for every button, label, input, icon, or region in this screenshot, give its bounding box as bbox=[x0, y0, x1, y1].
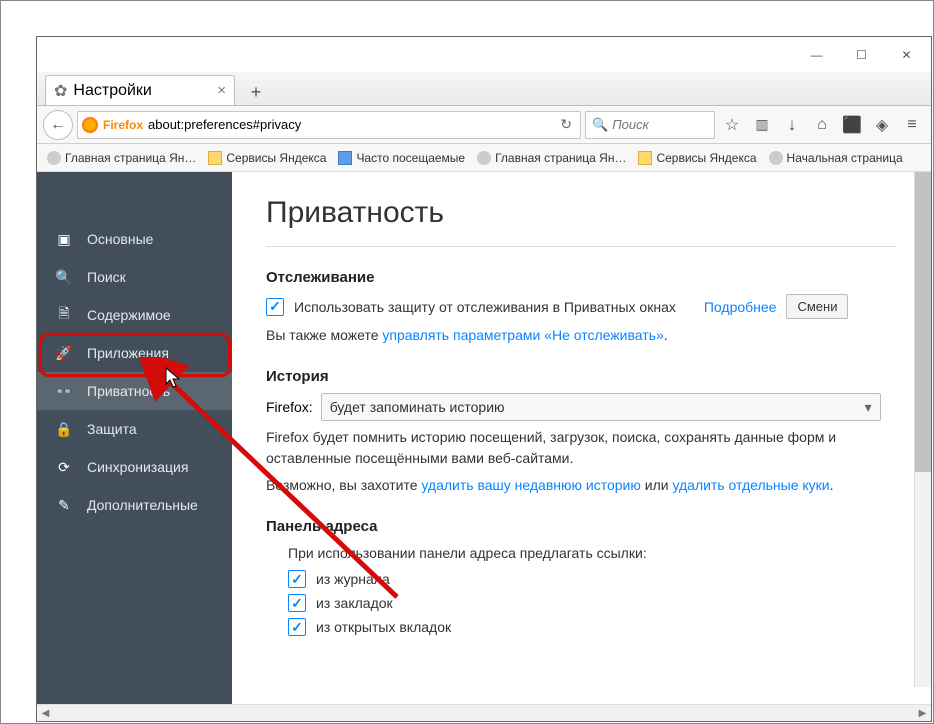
sync-icon: ⟳ bbox=[55, 458, 73, 476]
inner-frame: — ☐ ✕ ✿ Настройки × + ← Firefox ↻ 🔍 bbox=[36, 36, 932, 722]
history-label: Firefox: bbox=[266, 399, 313, 415]
delete-cookies-link[interactable]: удалить отдельные куки bbox=[672, 477, 829, 493]
history-mode-value: будет запоминать историю bbox=[330, 399, 505, 415]
advanced-icon: ✎ bbox=[55, 496, 73, 514]
sidebar-item-applications[interactable]: 🚀Приложения bbox=[37, 334, 232, 372]
scroll-left-button[interactable]: ◀ bbox=[37, 705, 54, 722]
section-title-tracking: Отслеживание bbox=[266, 269, 897, 286]
settings-main: Приватность Отслеживание ✓ Использовать … bbox=[232, 172, 931, 704]
menu-button[interactable]: ≡ bbox=[899, 111, 925, 139]
delete-history-link[interactable]: удалить вашу недавнюю историю bbox=[421, 477, 640, 493]
new-tab-button[interactable]: + bbox=[241, 79, 271, 105]
folder-icon bbox=[208, 151, 222, 165]
page-title: Приватность bbox=[266, 196, 897, 247]
browser-window: — ☐ ✕ ✿ Настройки × + ← Firefox ↻ 🔍 bbox=[0, 0, 934, 724]
bookmark-item[interactable]: Главная страница Ян… bbox=[43, 149, 200, 167]
tracking-also-text: Вы также можете управлять параметрами «Н… bbox=[266, 325, 897, 346]
window-close-button[interactable]: ✕ bbox=[884, 40, 929, 70]
sidebar-item-security[interactable]: 🔒Защита bbox=[37, 410, 232, 448]
gear-icon: ✿ bbox=[54, 81, 67, 101]
firefox-icon bbox=[82, 117, 98, 133]
library-button[interactable]: ▥ bbox=[749, 111, 775, 139]
tab-label: Настройки bbox=[73, 82, 151, 100]
horizontal-scrollbar[interactable]: ◀ ▶ bbox=[37, 704, 931, 721]
search-icon: 🔍 bbox=[55, 268, 73, 286]
section-title-history: История bbox=[266, 368, 897, 385]
search-bar[interactable]: 🔍 bbox=[585, 111, 715, 139]
addressbar-opentabs-label: из открытых вкладок bbox=[316, 619, 451, 635]
addressbar-desc: При использовании панели адреса предлага… bbox=[288, 543, 897, 564]
tracking-checkbox[interactable]: ✓ bbox=[266, 298, 284, 316]
scroll-right-button[interactable]: ▶ bbox=[914, 705, 931, 722]
reload-button[interactable]: ↻ bbox=[556, 116, 576, 133]
tracking-learn-more[interactable]: Подробнее bbox=[704, 299, 777, 315]
url-input[interactable] bbox=[148, 117, 551, 132]
bookmark-item[interactable]: Сервисы Яндекса bbox=[634, 149, 760, 167]
search-icon: 🔍 bbox=[592, 117, 608, 133]
tab-close-button[interactable]: × bbox=[217, 82, 226, 99]
bookmark-item[interactable]: Сервисы Яндекса bbox=[204, 149, 330, 167]
window-minimize-button[interactable]: — bbox=[794, 40, 839, 70]
lock-icon: 🔒 bbox=[55, 420, 73, 438]
folder-icon bbox=[638, 151, 652, 165]
history-mode-select[interactable]: будет запоминать историю ▾ bbox=[321, 393, 881, 421]
sidebar-item-general[interactable]: ▣Основные bbox=[37, 220, 232, 258]
tab-settings[interactable]: ✿ Настройки × bbox=[45, 75, 235, 105]
page-icon bbox=[338, 151, 352, 165]
addressbar-bookmarks-checkbox[interactable]: ✓ bbox=[288, 594, 306, 612]
identity-label: Firefox bbox=[103, 118, 143, 132]
general-icon: ▣ bbox=[55, 230, 73, 248]
bookmark-item[interactable]: Главная страница Ян… bbox=[473, 149, 630, 167]
globe-icon bbox=[47, 151, 61, 165]
content-icon: 🗎 bbox=[55, 306, 73, 324]
sidebar-item-sync[interactable]: ⟳Синхронизация bbox=[37, 448, 232, 486]
url-bar[interactable]: Firefox ↻ bbox=[77, 111, 581, 139]
tracking-checkbox-label: Использовать защиту от отслеживания в Пр… bbox=[294, 299, 676, 315]
home-button[interactable]: ⌂ bbox=[809, 111, 835, 139]
globe-icon bbox=[769, 151, 783, 165]
back-button[interactable]: ← bbox=[43, 110, 73, 140]
mask-icon: 👓 bbox=[55, 382, 73, 400]
section-title-addressbar: Панель адреса bbox=[266, 518, 897, 535]
addressbar-history-label: из журнала bbox=[316, 571, 390, 587]
history-desc: Firefox будет помнить историю посещений,… bbox=[266, 427, 897, 469]
sidebar-item-advanced[interactable]: ✎Дополнительные bbox=[37, 486, 232, 524]
bookmark-item[interactable]: Начальная страница bbox=[765, 149, 907, 167]
window-titlebar: — ☐ ✕ bbox=[37, 37, 931, 72]
bookmarks-toolbar: Главная страница Ян… Сервисы Яндекса Час… bbox=[37, 144, 931, 172]
tab-bar: ✿ Настройки × + bbox=[37, 72, 931, 106]
nav-toolbar: ← Firefox ↻ 🔍 ☆ ▥ ↓ ⌂ ⬛ ◈ ≡ bbox=[37, 106, 931, 144]
window-maximize-button[interactable]: ☐ bbox=[839, 40, 884, 70]
vertical-scrollbar[interactable] bbox=[914, 172, 931, 687]
history-maybe-text: Возможно, вы захотите удалить вашу недав… bbox=[266, 475, 897, 496]
downloads-button[interactable]: ↓ bbox=[779, 111, 805, 139]
content-area: ▣Основные 🔍Поиск 🗎Содержимое 🚀Приложения… bbox=[37, 172, 931, 704]
applications-icon: 🚀 bbox=[55, 344, 73, 362]
chevron-down-icon: ▾ bbox=[865, 399, 872, 416]
addressbar-bookmarks-label: из закладок bbox=[316, 595, 393, 611]
settings-sidebar: ▣Основные 🔍Поиск 🗎Содержимое 🚀Приложения… bbox=[37, 172, 232, 704]
bookmark-item[interactable]: Часто посещаемые bbox=[334, 149, 469, 167]
dnt-manage-link[interactable]: управлять параметрами «Не отслеживать» bbox=[382, 327, 663, 343]
addressbar-history-checkbox[interactable]: ✓ bbox=[288, 570, 306, 588]
pocket-button[interactable]: ⬛ bbox=[839, 111, 865, 139]
scrollbar-thumb[interactable] bbox=[915, 172, 931, 472]
tracking-change-button[interactable]: Смени bbox=[786, 294, 848, 319]
addon-button[interactable]: ◈ bbox=[869, 111, 895, 139]
globe-icon bbox=[477, 151, 491, 165]
bookmark-star-button[interactable]: ☆ bbox=[719, 111, 745, 139]
addressbar-opentabs-checkbox[interactable]: ✓ bbox=[288, 618, 306, 636]
search-input[interactable] bbox=[612, 117, 708, 132]
sidebar-item-privacy[interactable]: 👓Приватность bbox=[37, 372, 232, 410]
sidebar-item-search[interactable]: 🔍Поиск bbox=[37, 258, 232, 296]
sidebar-item-content[interactable]: 🗎Содержимое bbox=[37, 296, 232, 334]
